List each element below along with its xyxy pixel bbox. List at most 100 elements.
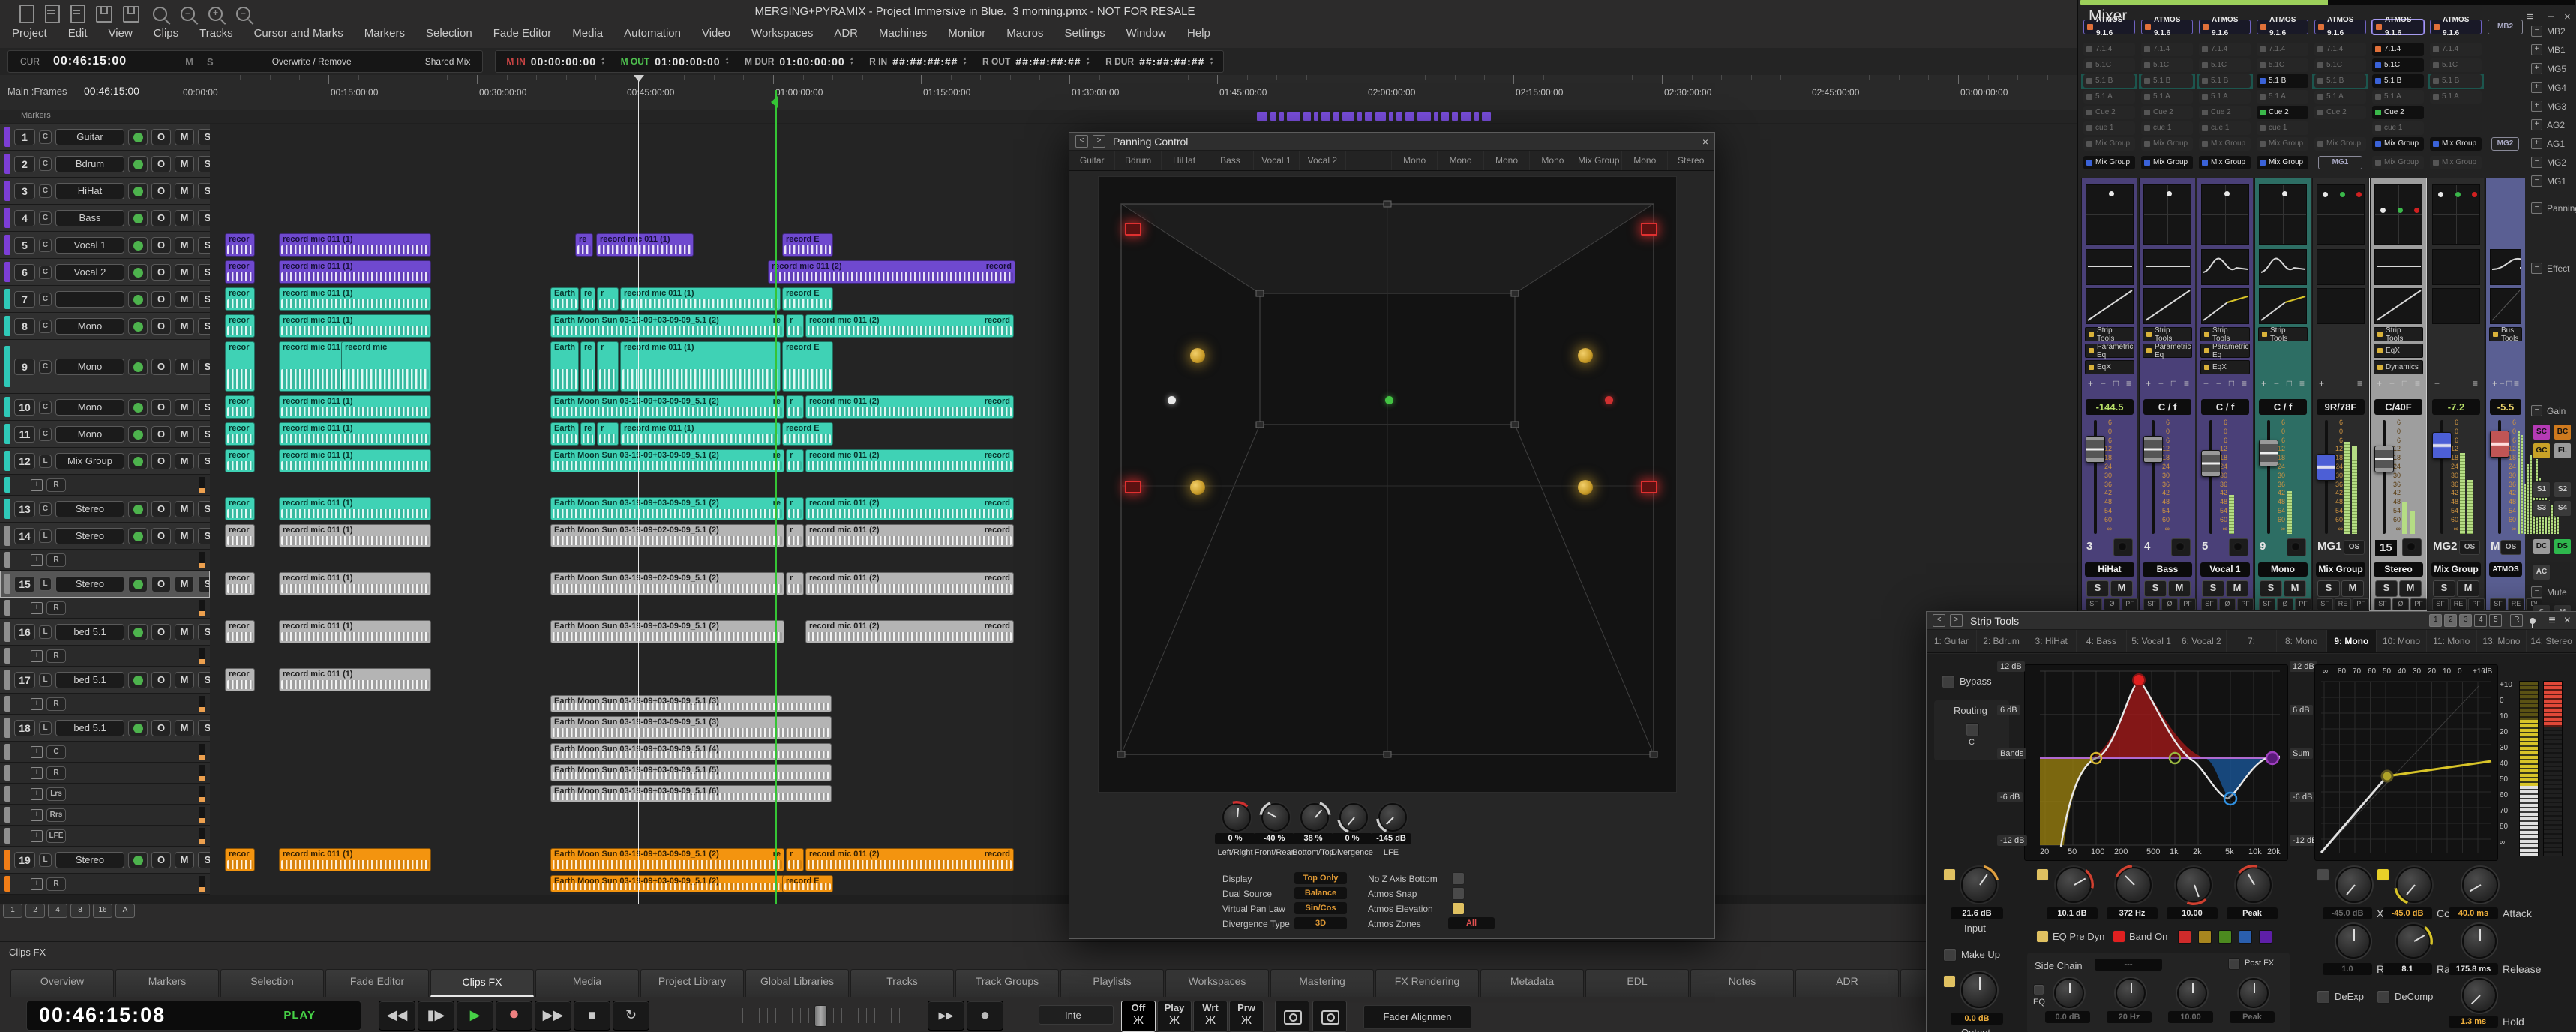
tab-media[interactable]: Media [535,969,639,997]
track-header-1[interactable]: 1CGuitarOMS [0,124,210,151]
play-button[interactable]: ▶ [457,1000,493,1030]
strip-mute-button[interactable]: M [2457,580,2479,597]
strip-record-button[interactable] [2287,538,2306,556]
mixer-bus-mg4[interactable]: +MG4 [2531,82,2566,93]
effect-enable-icon[interactable] [2146,332,2152,337]
pan-source-white[interactable] [1168,396,1176,404]
track-name[interactable]: Vocal 1 [55,237,124,254]
dyn-check-deexp[interactable] [2317,990,2330,1004]
track-header-15[interactable]: 15LStereoOMS [0,571,210,598]
panning-tab-mono[interactable]: Mono [1392,151,1438,170]
track-name[interactable]: bed 5.1 [55,624,124,640]
track-header-8[interactable]: 8CMonoOMS [0,313,210,340]
audio-clip[interactable]: Earth Moon Sun 03-19-09+03-09-09_5.1 (2)… [550,395,784,418]
audio-clip[interactable]: record mic 011 (1) [596,233,694,256]
audio-clip[interactable]: record mic 011 (2)record [805,497,1014,520]
audio-clip[interactable]: re [580,422,595,446]
bus-send-5-1c[interactable]: 5.1C [2083,58,2135,72]
eq-band-knob-2[interactable] [2176,867,2212,903]
track-number[interactable]: 4 [14,210,35,226]
effect-toolbar-menu[interactable]: ≡ [2357,378,2362,389]
audio-clip[interactable]: recor [225,524,255,548]
strip-gain-value[interactable]: -5.5 [2490,399,2521,415]
field-m-in[interactable]: M IN00:00:00:00▴▾ [506,56,604,68]
subtrack-header-19-R[interactable]: +R [0,874,210,895]
mixer-fl-button[interactable]: FL [2554,442,2572,459]
track-header-13[interactable]: 13CStereoOMS [0,496,210,523]
bus-send-atmos[interactable]: ATMOS 9.1.6 [2199,20,2251,34]
strip-eq-thumbnail[interactable] [2259,249,2307,285]
spinner[interactable]: ▴▾ [1087,57,1090,66]
loop-button[interactable]: ↻ [613,1000,649,1030]
strip-mute-button[interactable]: M [2341,580,2364,597]
bus-expand-icon[interactable]: − [2531,26,2542,37]
bus-send-5-1c[interactable]: 5.1C [2199,58,2251,72]
bus-send-atmos[interactable]: ATMOS 9.1.6 [2083,20,2135,34]
pan-source-red[interactable] [1605,396,1613,404]
bus-send-cue-1[interactable]: cue 1 [2257,122,2308,135]
track-name[interactable]: bed 5.1 [55,720,124,736]
track-channel-key[interactable]: C [39,292,52,306]
bus-send-5-1c[interactable]: 5.1C [2314,58,2366,72]
track-header-14[interactable]: 14LStereoOMS [0,523,210,550]
pan-knob-value[interactable]: 38 % [1293,833,1333,844]
input-enable-toggle[interactable] [1943,868,1956,881]
strip-pf-button[interactable]: PF [2179,598,2196,610]
strip-record-button[interactable] [2171,538,2191,556]
bus-send-cue-2[interactable]: Cue 2 [2257,106,2308,119]
strip-sf-button[interactable]: SF [2259,598,2275,610]
strip-eq-thumbnail[interactable] [2086,249,2134,285]
fader-alignment-button[interactable]: Fader Alignmen [1363,1005,1471,1029]
strip-gain-value[interactable]: -7.2 [2432,399,2480,415]
effect-toolbar-add[interactable]: + [2203,378,2209,389]
effect-toolbar-add[interactable]: + [2434,378,2440,389]
automation-off-button[interactable]: OffЖ [1121,1000,1156,1032]
spinner[interactable]: ▴▾ [850,57,853,66]
tab-workspaces[interactable]: Workspaces [1165,969,1269,997]
tab-overview[interactable]: Overview [10,969,114,997]
strip-fader-track[interactable] [2267,420,2270,534]
strip-name[interactable]: Bass [2143,562,2192,577]
striptools-header[interactable]: <>Strip Tools12345R≡× [1927,612,2576,630]
track-mute-button[interactable]: M [175,453,194,470]
audio-clip[interactable]: Earth Moon Sun 03-19-09+03-09-09_5.1 (3) [550,716,832,740]
strip-dyn-thumbnail[interactable] [2317,288,2365,324]
panning-tab-bass[interactable]: Bass [1207,151,1253,170]
bus-send-5-1-b[interactable]: 5.1 B [2314,74,2366,88]
bus-send-cue-1[interactable]: cue 1 [2372,122,2424,135]
eq-pre-dyn-toggle[interactable] [2036,930,2049,943]
expand-icon[interactable]: + [31,788,43,800]
track-mute-button[interactable]: M [175,852,194,868]
output-value[interactable]: 0.0 dB [1951,1012,2003,1024]
subtrack-header-17-R[interactable]: +R [0,694,210,715]
preset-2[interactable]: 2 [2444,614,2457,627]
audio-clip[interactable]: re [575,233,593,256]
strip-gain-value[interactable]: C / f [2201,399,2249,415]
menu-markers[interactable]: Markers [364,27,405,40]
panning-tab-bdrum[interactable]: Bdrum [1115,151,1161,170]
strip-ø-button[interactable]: Ø [2161,598,2178,610]
mute-indicator[interactable]: M [185,56,193,68]
pan-option-display[interactable]: Top Only [1294,872,1347,884]
dyn-value[interactable]: 175.8 ms [2449,963,2498,975]
bus-send-7-1-4[interactable]: 7.1.4 [2430,43,2482,56]
panning-tab-blank[interactable] [1346,151,1392,170]
tab-project-library[interactable]: Project Library [640,969,744,997]
track-header-6[interactable]: 6CVocal 2OMS [0,259,210,286]
nav-next-icon[interactable]: > [1093,135,1105,148]
strip-re-button[interactable]: RE [2508,598,2524,610]
strip-ø-button[interactable]: Ø [2277,598,2293,610]
track-header-17[interactable]: 17Lbed 5.1OMS [0,667,210,694]
menu-window[interactable]: Window [1126,27,1166,40]
record-button[interactable]: ● [496,1000,532,1030]
mixer-s2-button[interactable]: S2 [2554,482,2572,498]
striptools-tab-2-bdrum[interactable]: 2: Bdrum [1977,630,2027,652]
routing-channel-button[interactable] [1966,723,1979,736]
bus-send-atmos[interactable]: ATMOS 9.1.6 [2257,20,2308,34]
track-mute-button[interactable]: M [175,237,194,254]
strip-mute-button[interactable]: M [2399,580,2422,597]
menu-selection[interactable]: Selection [426,27,472,40]
track-mute-button[interactable]: M [175,264,194,280]
mixer-bus-mb2[interactable]: −MB2 [2531,26,2566,37]
bus-send-5-1-b[interactable]: 5.1 B [2083,74,2135,88]
